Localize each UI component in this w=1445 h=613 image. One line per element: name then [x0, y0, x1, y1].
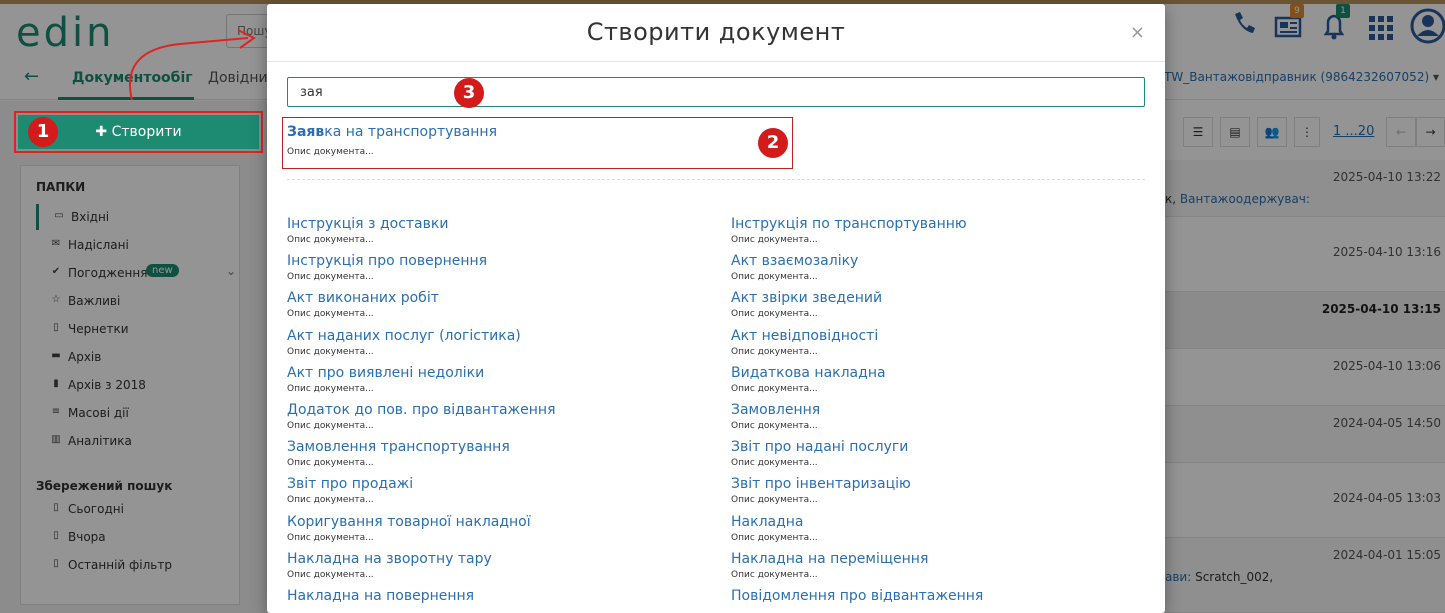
- document-type-item[interactable]: Накладна Опис документа...: [731, 514, 818, 543]
- document-type-description: Опис документа...: [287, 532, 374, 543]
- document-type-item[interactable]: Акт виконаних робіт Опис документа...: [287, 290, 439, 319]
- annotation-arrow: [129, 29, 256, 101]
- document-type-title[interactable]: Видаткова накладна: [731, 365, 886, 381]
- document-type-title[interactable]: Акт виконаних робіт: [287, 290, 439, 306]
- document-type-item[interactable]: Накладна на зворотну тару Опис документа.…: [287, 551, 492, 580]
- document-type-item[interactable]: Інструкція по транспортуванню Опис докуме…: [731, 216, 967, 245]
- document-type-description: Опис документа...: [287, 346, 374, 357]
- document-type-item[interactable]: Додаток до пов. про відвантаження Опис до…: [287, 402, 556, 431]
- document-type-description: Опис документа...: [287, 458, 374, 469]
- search-result-description: Опис документа...: [287, 147, 374, 157]
- document-type-item[interactable]: Акт невідповідності Опис документа...: [731, 328, 878, 357]
- document-type-title[interactable]: Інструкція з доставки: [287, 216, 448, 232]
- document-type-item[interactable]: Акт про виявлені недоліки Опис документа.…: [287, 365, 484, 394]
- document-type-description: Опис документа...: [287, 569, 374, 580]
- document-type-title[interactable]: Звіт про інвентаризацію: [731, 476, 911, 492]
- document-type-item[interactable]: Акт взаємозаліку Опис документа...: [731, 253, 858, 282]
- create-document-modal: Створити документ × Заявка на транспорту…: [267, 4, 1165, 613]
- document-search-input[interactable]: [287, 77, 1145, 107]
- document-type-title[interactable]: Накладна на переміщення: [731, 551, 928, 567]
- document-type-item[interactable]: Звіт про інвентаризацію Опис документа...: [731, 476, 911, 505]
- document-type-title[interactable]: Замовлення: [731, 402, 820, 418]
- document-type-title[interactable]: Акт звірки зведений: [731, 290, 882, 306]
- document-type-description: Опис документа...: [731, 235, 818, 245]
- document-type-title[interactable]: Звіт про надані послуги: [731, 439, 908, 455]
- document-type-item[interactable]: Звіт про продажі Опис документа...: [287, 476, 413, 505]
- search-result-title[interactable]: Заявка на транспортування: [287, 124, 497, 140]
- document-type-description: Опис документа...: [287, 272, 374, 283]
- search-match-text: Заяв: [287, 124, 325, 140]
- step-marker-3: 3: [454, 78, 484, 108]
- document-type-description: Опис документа...: [731, 383, 818, 394]
- document-type-item[interactable]: Звіт про надані послуги Опис документа...: [731, 439, 908, 468]
- document-type-item[interactable]: Накладна на переміщення Опис документа...: [731, 551, 928, 580]
- document-type-description: Опис документа...: [287, 495, 374, 506]
- step-marker-1: 1: [28, 117, 58, 147]
- document-type-item[interactable]: Замовлення Опис документа...: [731, 402, 820, 431]
- document-type-title[interactable]: Накладна на зворотну тару: [287, 551, 492, 567]
- document-type-description: Опис документа...: [731, 495, 818, 506]
- document-type-title[interactable]: Звіт про продажі: [287, 476, 413, 492]
- document-type-item[interactable]: Видаткова накладна Опис документа...: [731, 365, 886, 394]
- document-type-description: Опис документа...: [287, 383, 374, 394]
- document-type-title[interactable]: Акт наданих послуг (логістика): [287, 328, 521, 344]
- document-type-title[interactable]: Накладна: [731, 514, 818, 530]
- document-type-item[interactable]: Замовлення транспортування Опис документа…: [287, 439, 510, 468]
- document-type-item[interactable]: Акт звірки зведений Опис документа...: [731, 290, 882, 319]
- document-type-title[interactable]: Повідомлення про відвантаження: [731, 588, 983, 604]
- document-type-item[interactable]: Повідомлення про відвантаження: [731, 588, 983, 604]
- results-divider: [287, 179, 1145, 180]
- document-type-description: Опис документа...: [731, 458, 818, 469]
- document-type-description: Опис документа...: [731, 569, 818, 580]
- document-type-description: Опис документа...: [731, 421, 818, 431]
- document-type-description: Опис документа...: [287, 421, 374, 431]
- search-result-rest: ка на транспортування: [324, 124, 497, 140]
- document-type-title[interactable]: Коригування товарної накладної: [287, 514, 531, 530]
- document-type-title[interactable]: Акт взаємозаліку: [731, 253, 858, 269]
- document-type-title[interactable]: Акт про виявлені недоліки: [287, 365, 484, 381]
- close-icon[interactable]: ×: [1130, 22, 1145, 43]
- document-type-description: Опис документа...: [287, 235, 374, 245]
- document-type-title[interactable]: Додаток до пов. про відвантаження: [287, 402, 556, 418]
- document-type-description: Опис документа...: [731, 272, 818, 283]
- document-type-description: Опис документа...: [731, 309, 818, 320]
- step-marker-2: 2: [758, 128, 788, 158]
- document-type-item[interactable]: Накладна на повернення: [287, 588, 474, 604]
- document-type-title[interactable]: Акт невідповідності: [731, 328, 878, 344]
- document-type-title[interactable]: Накладна на повернення: [287, 588, 474, 604]
- document-type-description: Опис документа...: [287, 309, 374, 320]
- document-type-description: Опис документа...: [731, 346, 818, 357]
- document-type-item[interactable]: Інструкція про повернення Опис документа.…: [287, 253, 487, 282]
- document-type-title[interactable]: Замовлення транспортування: [287, 439, 510, 455]
- document-type-item[interactable]: Акт наданих послуг (логістика) Опис докум…: [287, 328, 521, 357]
- modal-divider: [267, 61, 1165, 62]
- modal-title: Створити документ: [586, 18, 846, 46]
- document-type-item[interactable]: Інструкція з доставки Опис документа...: [287, 216, 448, 245]
- document-type-item[interactable]: Коригування товарної накладної Опис докум…: [287, 514, 531, 543]
- document-type-description: Опис документа...: [731, 532, 818, 543]
- document-type-title[interactable]: Інструкція по транспортуванню: [731, 216, 967, 232]
- document-type-title[interactable]: Інструкція про повернення: [287, 253, 487, 269]
